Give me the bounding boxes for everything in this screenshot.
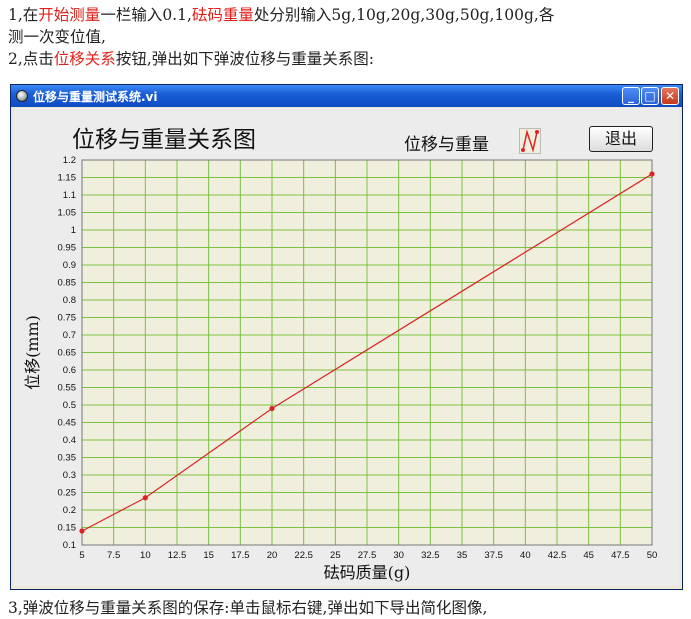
y-tick-label: 0.75 — [58, 313, 77, 324]
data-point — [79, 528, 85, 534]
y-tick-label: 0.1 — [63, 540, 76, 551]
y-tick-label: 0.2 — [63, 505, 76, 516]
y-tick-label: 0.15 — [58, 523, 77, 534]
y-tick-label: 0.5 — [63, 400, 76, 411]
instruction-line-2: 测一次变位值, — [8, 28, 106, 46]
text-segment: 处分别输入5g,10g,20g,30g,50g,100g,各 — [253, 6, 555, 24]
x-tick-label: 22.5 — [294, 550, 313, 561]
x-tick-label: 7.5 — [107, 550, 120, 561]
legend-label: 位移与重量 — [404, 135, 489, 155]
app-window: 位移与重量测试系统.vi _ □ ✕ 5 7.5 10 12.5 15 17.5 20 22.… — [10, 84, 683, 590]
x-tick-label: 15 — [203, 550, 214, 561]
y-tick-label: 1.05 — [58, 208, 77, 219]
y-tick-label: 0.25 — [58, 488, 77, 499]
y-tick-label: 0.95 — [58, 243, 77, 254]
window-titlebar[interactable]: 位移与重量测试系统.vi _ □ ✕ — [11, 85, 682, 107]
y-tick-label: 0.35 — [58, 453, 77, 464]
y-tick-label: 0.3 — [63, 470, 76, 481]
instruction-line-1: 1,在开始测量一栏输入0.1,砝码重量处分别输入5g,10g,20g,30g,5… — [8, 4, 554, 26]
x-tick-label: 32.5 — [421, 550, 440, 561]
y-tick-label: 0.4 — [63, 435, 76, 446]
exit-button[interactable]: 退出 — [589, 126, 653, 152]
y-tick-label: 1.15 — [58, 173, 77, 184]
x-tick-label: 47.5 — [611, 550, 630, 561]
x-tick-label: 30 — [393, 550, 404, 561]
y-tick-label: 0.55 — [58, 383, 77, 394]
window-client-area: 5 7.5 10 12.5 15 17.5 20 22.5 25 27.5 30 32.5 35 37.5… — [14, 108, 679, 586]
x-tick-label: 10 — [140, 550, 151, 561]
text-segment: 一栏输入0.1, — [100, 6, 192, 24]
y-tick-label: 0.6 — [63, 365, 76, 376]
y-tick-label: 1.2 — [63, 155, 76, 166]
x-tick-label: 40 — [520, 550, 531, 561]
x-tick-label: 20 — [267, 550, 278, 561]
instruction-line-4: 3,弹波位移与重量关系图的保存:单击鼠标右键,弹出如下导出简化图像, — [8, 599, 488, 617]
y-tick-label: 1.1 — [63, 190, 76, 201]
x-tick-label: 17.5 — [231, 550, 250, 561]
highlight-weight: 砝码重量 — [191, 6, 254, 24]
window-title: 位移与重量测试系统.vi — [33, 90, 158, 104]
x-tick-label: 45 — [583, 550, 594, 561]
y-tick-label: 0.7 — [63, 330, 76, 341]
chart-title: 位移与重量关系图 — [72, 127, 256, 153]
legend-line-icon — [519, 128, 541, 154]
data-point — [649, 171, 655, 177]
x-tick-label: 35 — [457, 550, 468, 561]
xy-graph: 5 7.5 10 12.5 15 17.5 20 22.5 25 27.5 30 32.5 35 37.5… — [23, 155, 658, 582]
x-tick-label: 25 — [330, 550, 341, 561]
text-segment: 按钮,弹出如下弹波位移与重量关系图: — [115, 50, 374, 68]
y-tick-label: 0.45 — [58, 418, 77, 429]
highlight-start-measure: 开始测量 — [38, 6, 101, 24]
x-tick-label: 12.5 — [168, 550, 187, 561]
labview-vi-icon — [16, 90, 28, 102]
y-tick-label: 0.85 — [58, 278, 77, 289]
x-axis-title: 砝码质量(g) — [324, 563, 411, 582]
y-tick-label: 0.9 — [63, 260, 76, 271]
y-tick-label: 0.8 — [63, 295, 76, 306]
legend-swatch — [521, 129, 539, 153]
data-point — [269, 405, 275, 412]
instruction-line-3: 2,点击位移关系按钮,弹出如下弹波位移与重量关系图: — [8, 48, 374, 70]
x-tick-label: 27.5 — [358, 550, 377, 561]
y-tick-label: 1 — [71, 225, 76, 236]
y-axis-title: 位移(mm) — [23, 315, 42, 390]
x-tick-label: 37.5 — [484, 550, 503, 561]
y-tick-label: 0.65 — [58, 348, 77, 359]
minimize-button[interactable]: _ — [622, 87, 640, 105]
maximize-button[interactable]: □ — [641, 87, 659, 105]
x-tick-label: 42.5 — [548, 550, 567, 561]
data-point — [142, 495, 148, 501]
x-tick-label: 50 — [647, 550, 658, 561]
close-button[interactable]: ✕ — [661, 87, 679, 105]
highlight-displacement-relation: 位移关系 — [53, 50, 116, 68]
x-tick-label: 5 — [79, 550, 84, 561]
text-segment: 2,点击 — [8, 50, 54, 68]
text-segment: 1,在 — [8, 6, 39, 24]
